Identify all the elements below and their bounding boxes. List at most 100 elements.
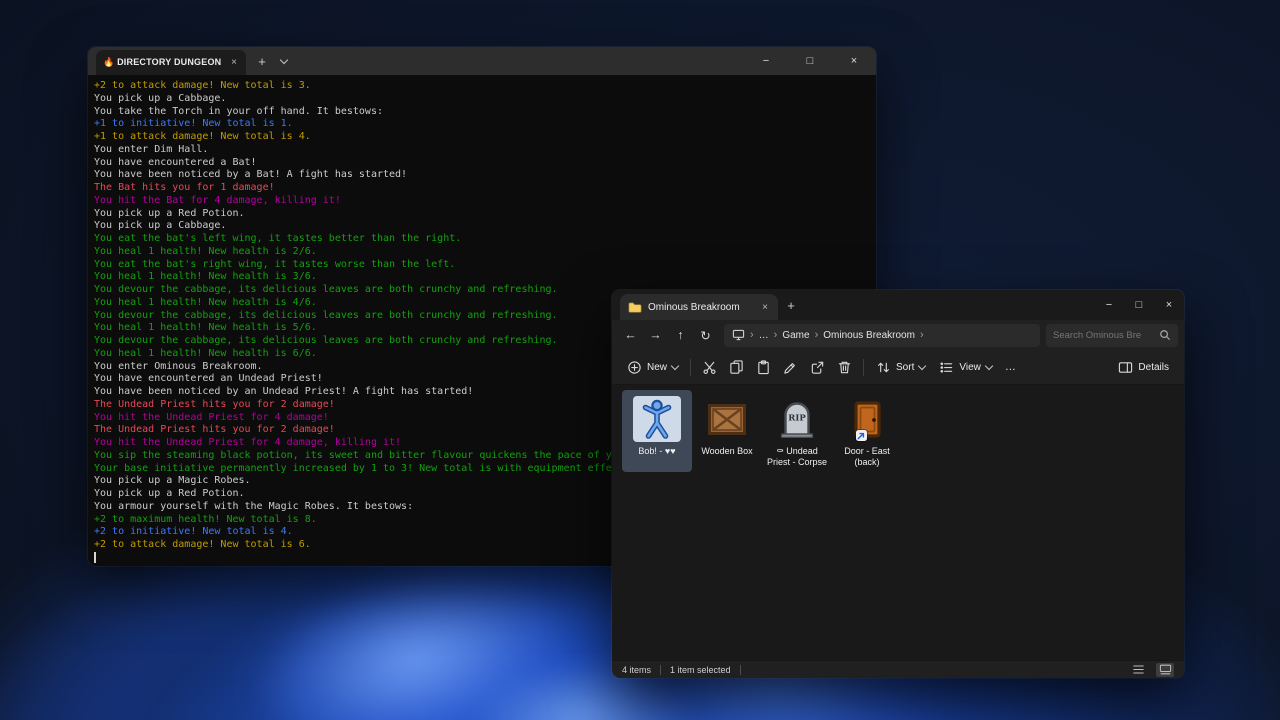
door-file-icon	[854, 395, 881, 443]
statusbar-divider	[740, 665, 741, 675]
search-box[interactable]	[1046, 324, 1178, 347]
person-icon	[638, 398, 676, 440]
breadcrumb-ellipsis[interactable]: …	[759, 330, 769, 341]
desktop[interactable]: 🔥 DIRECTORY DUNGEON 🔥 × + − □ × +2 to at…	[0, 0, 1280, 720]
explorer-window-controls: − □ ×	[1094, 290, 1184, 320]
sort-button[interactable]: Sort	[869, 353, 932, 381]
terminal-window-controls: − □ ×	[744, 47, 876, 75]
tab-dropdown-button[interactable]	[274, 59, 294, 63]
more-options-button[interactable]: …	[999, 361, 1023, 373]
share-button[interactable]	[804, 353, 831, 381]
file-item-door-east[interactable]: Door - East (back)	[832, 390, 902, 472]
breadcrumb-separator: ›	[774, 329, 778, 341]
file-explorer-window: Ominous Breakroom × + − □ × ← → ↑ ↻ › … …	[612, 290, 1184, 678]
svg-text:RIP: RIP	[788, 413, 806, 423]
file-item-bob[interactable]: Bob! - ♥♥	[622, 390, 692, 472]
up-button[interactable]: ↑	[668, 323, 693, 348]
file-label: Wooden Box	[701, 446, 752, 457]
selection-count: 1 item selected	[670, 665, 731, 675]
file-label: Bob! - ♥♥	[638, 446, 675, 457]
view-icon	[939, 360, 954, 375]
breadcrumb-separator: ›	[920, 329, 924, 341]
maximize-button[interactable]: □	[788, 47, 832, 75]
view-button-label: View	[959, 362, 981, 373]
thumbnail-view-toggle[interactable]	[1156, 663, 1174, 677]
breadcrumb-separator: ›	[815, 329, 819, 341]
bob-file-icon	[633, 395, 681, 443]
new-tab-button[interactable]: +	[778, 292, 804, 318]
new-button-label: New	[647, 362, 667, 373]
terminal-line: You enter Dim Hall.	[94, 144, 876, 157]
new-button[interactable]: New	[620, 353, 685, 381]
forward-button[interactable]: →	[643, 323, 668, 348]
scissors-icon	[702, 360, 717, 375]
maximize-button[interactable]: □	[1124, 290, 1154, 320]
terminal-line: You take the Torch in your off hand. It …	[94, 106, 876, 119]
address-bar[interactable]: › … › Game › Ominous Breakroom ›	[724, 324, 1040, 347]
terminal-line: You pick up a Cabbage.	[94, 93, 876, 106]
minimize-button[interactable]: −	[744, 47, 788, 75]
file-label: ⚰ Undead Priest - Corpse	[764, 446, 830, 467]
terminal-tab[interactable]: 🔥 DIRECTORY DUNGEON 🔥 ×	[96, 50, 246, 75]
file-grid[interactable]: Bob! - ♥♥ Wooden Box RIP ⚰ Undead Priest…	[612, 384, 1184, 660]
toolbar-divider	[690, 359, 691, 376]
close-button[interactable]: ×	[1154, 290, 1184, 320]
search-input[interactable]	[1053, 330, 1155, 341]
file-item-wooden-box[interactable]: Wooden Box	[692, 390, 762, 472]
delete-button[interactable]	[831, 353, 858, 381]
terminal-line: You hit the Bat for 4 damage, killing it…	[94, 195, 876, 208]
terminal-line: The Bat hits you for 1 damage!	[94, 182, 876, 195]
terminal-line: You pick up a Cabbage.	[94, 220, 876, 233]
explorer-titlebar[interactable]: Ominous Breakroom × + − □ ×	[612, 290, 1184, 320]
details-view-toggle[interactable]	[1129, 663, 1147, 677]
chevron-down-icon	[985, 362, 993, 370]
explorer-toolbar: New Sort	[612, 350, 1184, 384]
tombstone-icon: RIP	[780, 401, 814, 438]
search-icon	[1159, 329, 1171, 341]
terminal-line: +2 to attack damage! New total is 3.	[94, 80, 876, 93]
chevron-down-icon	[280, 56, 288, 64]
copy-button[interactable]	[723, 353, 750, 381]
terminal-line: +1 to initiative! New total is 1.	[94, 118, 876, 131]
statusbar-divider	[660, 665, 661, 675]
details-button-label: Details	[1138, 362, 1169, 373]
details-pane-button[interactable]: Details	[1111, 353, 1176, 381]
cut-button[interactable]	[696, 353, 723, 381]
paste-button[interactable]	[750, 353, 777, 381]
new-tab-button[interactable]: +	[250, 54, 274, 69]
chevron-down-icon	[671, 362, 679, 370]
breadcrumb-item-current[interactable]: Ominous Breakroom	[823, 330, 915, 341]
shortcut-arrow-icon	[856, 430, 867, 441]
terminal-line: +1 to attack damage! New total is 4.	[94, 131, 876, 144]
explorer-statusbar: 4 items 1 item selected	[612, 660, 1184, 678]
explorer-tab[interactable]: Ominous Breakroom ×	[620, 294, 778, 320]
sort-button-label: Sort	[896, 362, 914, 373]
tab-close-icon[interactable]: ×	[229, 57, 239, 68]
file-item-undead-priest-corpse[interactable]: RIP ⚰ Undead Priest - Corpse	[762, 390, 832, 472]
refresh-button[interactable]: ↻	[693, 323, 718, 348]
rename-icon	[783, 360, 798, 375]
tab-close-icon[interactable]: ×	[760, 302, 770, 313]
rename-button[interactable]	[777, 353, 804, 381]
thumbnail-view-icon	[1159, 664, 1172, 675]
back-button[interactable]: ←	[618, 323, 643, 348]
item-count: 4 items	[622, 665, 651, 675]
share-icon	[810, 360, 825, 375]
toolbar-divider	[863, 359, 864, 376]
terminal-line: You eat the bat's left wing, it tastes b…	[94, 233, 876, 246]
terminal-titlebar[interactable]: 🔥 DIRECTORY DUNGEON 🔥 × + − □ ×	[88, 47, 876, 75]
corpse-file-icon: RIP	[780, 395, 814, 443]
close-button[interactable]: ×	[832, 47, 876, 75]
view-button[interactable]: View	[932, 353, 999, 381]
clipboard-icon	[756, 360, 771, 375]
folder-icon	[628, 302, 642, 313]
terminal-cursor	[94, 552, 96, 563]
plus-circle-icon	[627, 360, 642, 375]
terminal-line: You heal 1 health! New health is 2/6.	[94, 246, 876, 259]
terminal-line: You heal 1 health! New health is 3/6.	[94, 271, 876, 284]
minimize-button[interactable]: −	[1094, 290, 1124, 320]
sort-icon	[876, 360, 891, 375]
terminal-line: You pick up a Red Potion.	[94, 208, 876, 221]
details-pane-icon	[1118, 360, 1133, 375]
breadcrumb-item-game[interactable]: Game	[782, 330, 809, 341]
